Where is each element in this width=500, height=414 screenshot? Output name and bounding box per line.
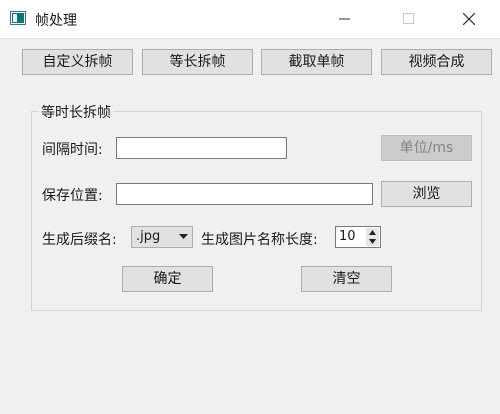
spin-up-button[interactable]: [366, 228, 379, 237]
tab-video-compose[interactable]: 视频合成: [381, 49, 492, 75]
suffix-label: 生成后缀名:: [42, 232, 117, 248]
chevron-down-icon: [179, 234, 188, 239]
interval-label: 间隔时间:: [42, 142, 103, 158]
app-icon: [10, 11, 26, 25]
arrow-down-icon: [369, 239, 376, 244]
suffix-selected-value: .jpg: [136, 229, 161, 244]
interval-input[interactable]: [116, 137, 287, 159]
maximize-icon: [403, 13, 414, 24]
group-title: 等时长拆帧: [39, 102, 113, 122]
ok-button[interactable]: 确定: [122, 266, 213, 292]
title-bar: 帧处理: [0, 0, 500, 39]
minimize-icon: [339, 18, 350, 20]
browse-button[interactable]: 浏览: [381, 181, 472, 207]
close-icon: [463, 13, 475, 25]
minimize-button[interactable]: [322, 0, 368, 38]
name-length-spinbox[interactable]: 10: [335, 226, 381, 248]
spin-down-button[interactable]: [366, 237, 379, 246]
suffix-select[interactable]: .jpg: [131, 226, 193, 248]
window-title: 帧处理: [35, 13, 77, 29]
save-location-input[interactable]: [116, 183, 373, 205]
clear-button[interactable]: 清空: [301, 266, 392, 292]
tab-custom-split[interactable]: 自定义拆帧: [22, 49, 133, 75]
name-length-value: 10: [339, 229, 356, 244]
maximize-button[interactable]: [386, 0, 432, 38]
spin-buttons: [366, 228, 379, 246]
name-length-label: 生成图片名称长度:: [201, 232, 318, 248]
tab-capture-frame[interactable]: 截取单帧: [261, 49, 372, 75]
arrow-up-icon: [369, 230, 376, 235]
unit-button[interactable]: 单位/ms: [381, 135, 472, 161]
tab-equal-split[interactable]: 等长拆帧: [142, 49, 253, 75]
save-location-label: 保存位置:: [42, 188, 103, 204]
close-button[interactable]: [446, 0, 492, 38]
